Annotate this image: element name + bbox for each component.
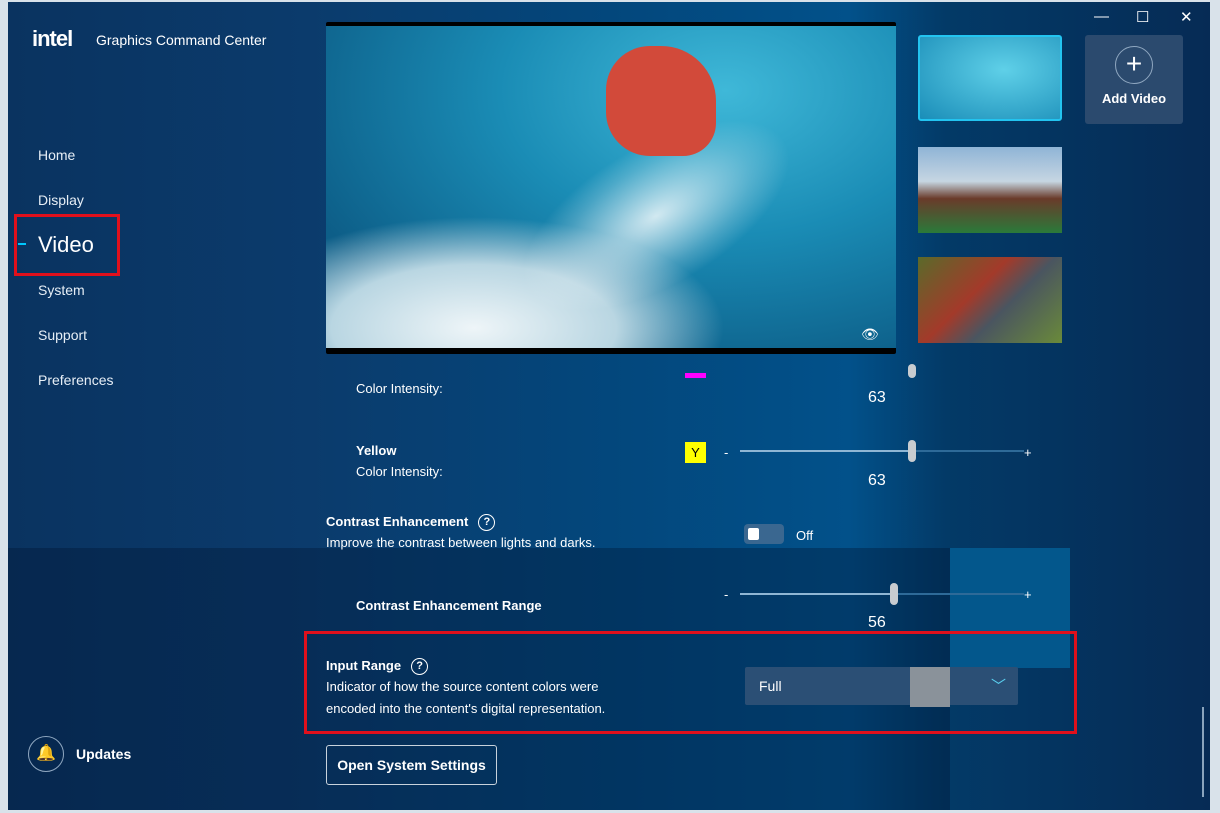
- nav-display[interactable]: Display: [38, 192, 84, 208]
- yellow-slider-knob[interactable]: [908, 440, 916, 462]
- add-video-button[interactable]: + Add Video: [1085, 35, 1183, 124]
- updates-label: Updates: [76, 746, 132, 762]
- contrast-toggle[interactable]: [744, 524, 784, 544]
- nav-home[interactable]: Home: [38, 147, 75, 163]
- add-video-label: Add Video: [1101, 91, 1167, 106]
- video-thumbnail-market[interactable]: [918, 257, 1062, 343]
- input-range-description-2: encoded into the content's digital repre…: [326, 701, 606, 716]
- eye-icon[interactable]: 👁: [861, 326, 879, 343]
- bell-icon: 🔔: [28, 736, 64, 772]
- yellow-label: Yellow: [356, 443, 397, 458]
- contrast-description: Improve the contrast between lights and …: [326, 535, 596, 550]
- maximize-button[interactable]: ☐: [1136, 8, 1149, 26]
- open-system-settings-button[interactable]: Open System Settings: [326, 745, 497, 785]
- input-range-description-1: Indicator of how the source content colo…: [326, 679, 599, 694]
- video-nav-highlight-box: [14, 214, 120, 276]
- contrast-range-minus[interactable]: -: [724, 587, 728, 602]
- contrast-range-plus[interactable]: +: [1024, 587, 1032, 602]
- input-range-dropdown[interactable]: Full ﹀: [745, 667, 1018, 707]
- contrast-range-knob[interactable]: [890, 583, 898, 605]
- magenta-sublabel: Color Intensity:: [356, 381, 443, 396]
- contrast-label: Contrast Enhancement?: [326, 514, 496, 532]
- scrollbar[interactable]: [1202, 707, 1204, 797]
- yellow-plus[interactable]: +: [1024, 445, 1032, 460]
- yellow-slider-fill: [740, 450, 912, 452]
- input-range-selected: Full: [759, 678, 782, 694]
- preview-image: 👁: [326, 26, 896, 348]
- video-preview[interactable]: 👁: [326, 22, 896, 354]
- magenta-value: 63: [868, 389, 886, 406]
- dropdown-hover-highlight: [910, 667, 950, 707]
- input-range-label: Input Range?: [326, 658, 429, 676]
- yellow-sublabel: Color Intensity:: [356, 464, 443, 479]
- close-button[interactable]: ✕: [1180, 8, 1193, 26]
- contrast-range-label: Contrast Enhancement Range: [356, 598, 542, 613]
- chevron-down-icon: ﹀: [990, 678, 1006, 695]
- minimize-button[interactable]: —: [1094, 8, 1109, 25]
- nav-preferences[interactable]: Preferences: [38, 372, 113, 388]
- help-icon[interactable]: ?: [478, 514, 496, 532]
- app-window: intel Graphics Command Center Home Displ…: [8, 2, 1210, 810]
- video-thumbnail-people[interactable]: [918, 147, 1062, 233]
- plus-icon: +: [1115, 46, 1153, 84]
- video-thumbnail-snowboard[interactable]: [918, 35, 1062, 121]
- app-title: Graphics Command Center: [96, 32, 267, 48]
- nav-support[interactable]: Support: [38, 327, 87, 343]
- magenta-swatch: [685, 373, 706, 378]
- contrast-range-fill: [740, 593, 894, 595]
- intel-logo: intel: [32, 26, 73, 51]
- contrast-range-value: 56: [868, 614, 886, 631]
- help-icon[interactable]: ?: [411, 658, 429, 676]
- yellow-slider-track[interactable]: [912, 450, 1024, 452]
- yellow-value: 63: [868, 472, 886, 489]
- yellow-badge: Y: [685, 442, 706, 463]
- nav-system[interactable]: System: [38, 282, 85, 298]
- yellow-minus[interactable]: -: [724, 445, 728, 460]
- magenta-slider-knob[interactable]: [908, 364, 916, 378]
- contrast-range-track[interactable]: [894, 593, 1024, 595]
- contrast-state: Off: [796, 528, 814, 543]
